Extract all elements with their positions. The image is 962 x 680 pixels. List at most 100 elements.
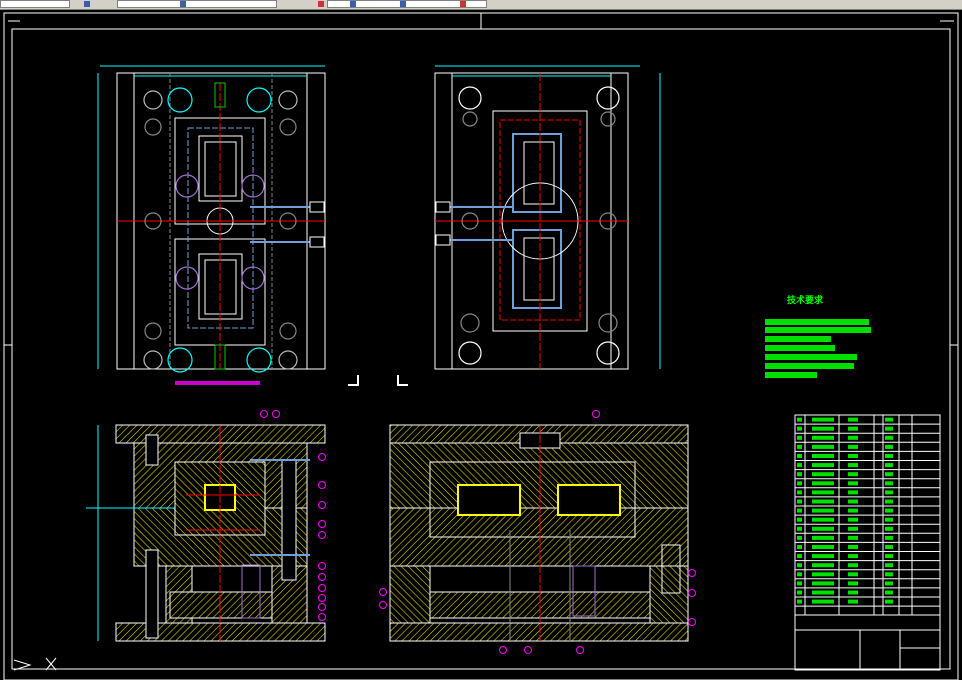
requirement-line — [765, 363, 854, 369]
table-cell-text — [797, 590, 802, 595]
table-cell-text — [797, 535, 802, 540]
table-cell-text — [812, 508, 834, 513]
table-cell-text — [848, 417, 858, 422]
table-cell-text — [797, 463, 802, 468]
table-cell-text — [812, 499, 834, 504]
table-cell-text — [797, 490, 802, 495]
table-cell-text — [885, 426, 893, 431]
table-cell-text — [812, 563, 834, 568]
requirement-line — [765, 336, 831, 342]
table-cell-text — [797, 572, 802, 577]
zoom-icon[interactable] — [350, 1, 356, 7]
table-cell-text — [812, 554, 834, 559]
layer-dropdown[interactable] — [0, 0, 70, 8]
table-cell-text — [797, 472, 802, 477]
table-cell-text — [885, 444, 893, 449]
table-cell-text — [848, 554, 858, 559]
table-cell-text — [812, 517, 834, 522]
section-view-a — [86, 410, 326, 642]
table-cell-text — [885, 490, 893, 495]
table-cell-text — [885, 463, 893, 468]
table-cell-text — [885, 481, 893, 486]
table-cell-text — [885, 526, 893, 531]
table-cell-text — [885, 572, 893, 577]
requirement-line — [765, 345, 835, 351]
table-cell-text — [797, 554, 802, 559]
table-cell-text — [885, 472, 893, 477]
table-cell-text — [848, 490, 858, 495]
table-cell-text — [797, 517, 802, 522]
redo-icon[interactable] — [460, 1, 466, 7]
requirement-line — [765, 372, 817, 378]
table-cell-text — [848, 481, 858, 486]
table-cell-text — [848, 599, 858, 604]
requirement-line — [765, 354, 857, 360]
table-cell-text — [848, 572, 858, 577]
table-cell-text — [848, 590, 858, 595]
table-cell-text — [885, 517, 893, 522]
table-cell-text — [797, 417, 802, 422]
table-cell-text — [885, 508, 893, 513]
table-cell-text — [812, 526, 834, 531]
table-cell-text — [885, 535, 893, 540]
table-cell-text — [885, 581, 893, 586]
plan-view-moving-half — [434, 65, 661, 370]
table-cell-text — [848, 535, 858, 540]
table-cell-text — [848, 581, 858, 586]
table-cell-text — [848, 444, 858, 449]
table-cell-text — [812, 590, 834, 595]
table-cell-text — [885, 554, 893, 559]
layer-icon[interactable] — [84, 1, 90, 7]
cad-toolbar — [0, 0, 962, 10]
table-cell-text — [885, 590, 893, 595]
table-cell-text — [812, 454, 834, 458]
table-cell-text — [812, 463, 834, 468]
table-cell-text — [797, 435, 802, 440]
linetype-dropdown[interactable] — [117, 0, 277, 8]
match-icon[interactable] — [318, 1, 324, 7]
table-cell-text — [848, 545, 858, 549]
section-view-b — [379, 410, 696, 654]
requirement-line — [765, 327, 871, 333]
table-cell-text — [797, 508, 802, 513]
table-cell-text — [885, 435, 893, 440]
table-cell-text — [848, 526, 858, 531]
pan-icon[interactable] — [400, 1, 406, 7]
table-cell-text — [797, 545, 802, 549]
requirement-line — [765, 319, 869, 325]
table-cell-text — [848, 435, 858, 440]
table-cell-text — [848, 517, 858, 522]
table-cell-text — [797, 499, 802, 504]
table-cell-text — [812, 426, 834, 431]
table-cell-text — [812, 535, 834, 540]
properties-icon[interactable] — [180, 1, 186, 7]
section-markers — [348, 375, 408, 386]
table-cell-text — [797, 481, 802, 486]
table-cell-text — [812, 444, 834, 449]
table-cell-text — [812, 472, 834, 477]
table-cell-text — [885, 545, 893, 549]
technical-requirements-title: 技术要求 — [787, 296, 824, 306]
table-cell-text — [797, 444, 802, 449]
parts-list-rows — [795, 417, 940, 607]
table-cell-text — [797, 599, 802, 604]
table-cell-text — [797, 581, 802, 586]
ucs-icon — [13, 657, 57, 671]
table-cell-text — [885, 454, 893, 458]
table-cell-text — [812, 435, 834, 440]
table-cell-text — [848, 426, 858, 431]
table-cell-text — [848, 463, 858, 468]
table-cell-text — [812, 599, 834, 604]
table-cell-text — [812, 490, 834, 495]
plan-view-fixed-half — [97, 65, 326, 385]
table-cell-text — [812, 545, 834, 549]
table-cell-text — [812, 581, 834, 586]
table-cell-text — [848, 508, 858, 513]
table-cell-text — [885, 499, 893, 504]
table-cell-text — [797, 454, 802, 458]
table-cell-text — [797, 526, 802, 531]
table-cell-text — [797, 426, 802, 431]
table-cell-text — [812, 572, 834, 577]
table-cell-text — [885, 599, 893, 604]
table-cell-text — [797, 563, 802, 568]
